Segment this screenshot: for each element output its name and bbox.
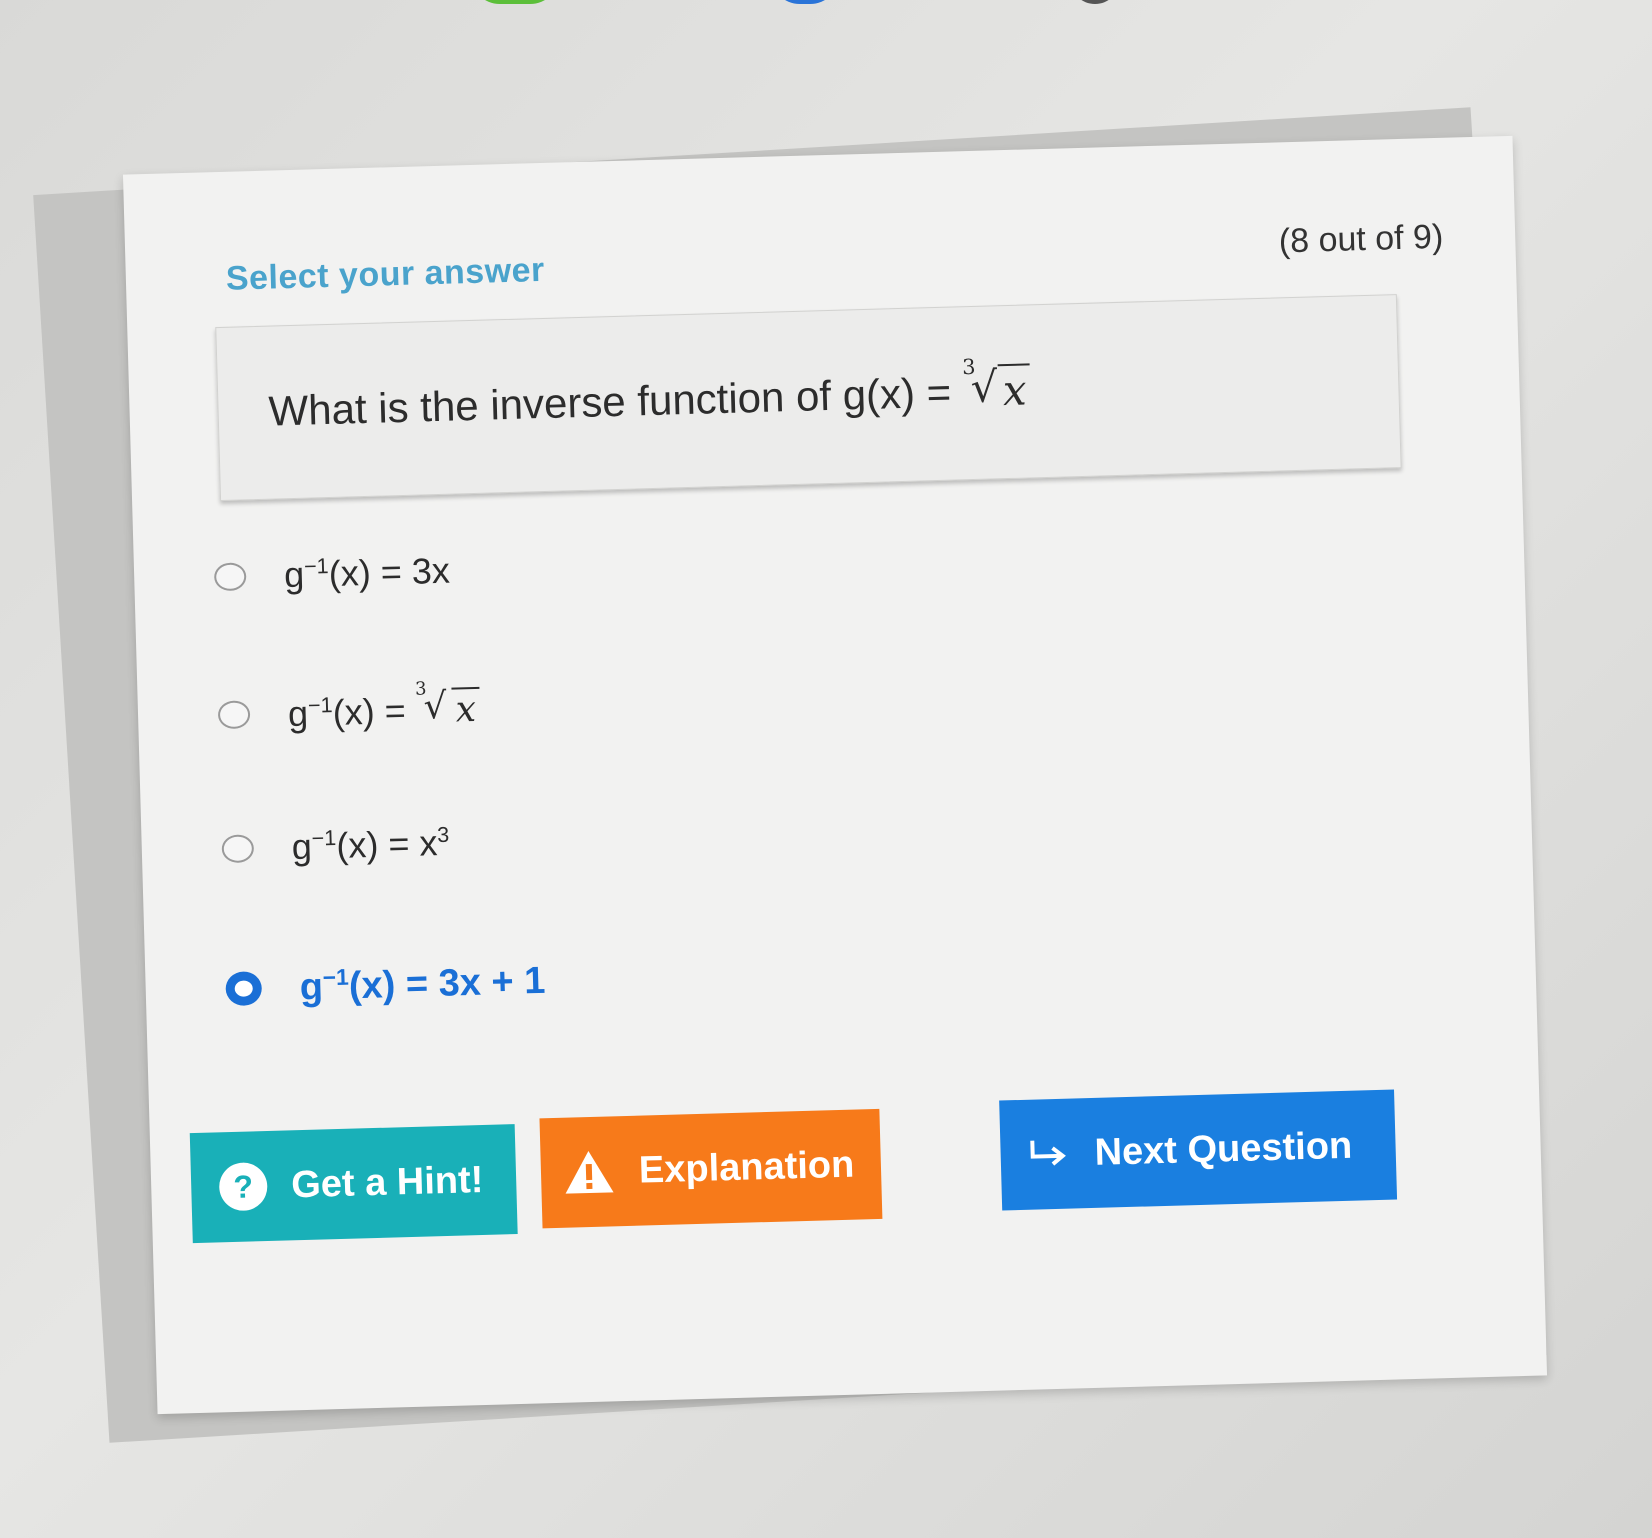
- return-arrow-icon: [1026, 1136, 1071, 1173]
- blue-dot: [770, 0, 840, 4]
- option-1-label: g−1(x) = 3x: [284, 550, 451, 597]
- option-3-label: g−1(x) = x3: [291, 822, 450, 868]
- option-4-exponent: −1: [322, 963, 350, 991]
- option-4-func: g: [299, 965, 324, 1009]
- get-hint-button[interactable]: ? Get a Hint!: [189, 1124, 518, 1244]
- option-3[interactable]: g−1(x) = x3: [221, 794, 1122, 879]
- radio-button-option-2[interactable]: [217, 700, 251, 730]
- option-1-rest: (x) = 3x: [328, 549, 451, 595]
- question-circle-icon: ?: [218, 1162, 268, 1212]
- select-answer-heading: Select your answer: [225, 250, 546, 298]
- option-2-cube-root: 3 √ x: [415, 678, 481, 731]
- radio-button-option-1[interactable]: [213, 562, 247, 592]
- option-1-func: g: [283, 553, 305, 596]
- question-text: What is the inverse function of g(x) = 3…: [267, 355, 1032, 435]
- option-2-label: g−1(x) = 3 √ x: [287, 678, 481, 734]
- radio-button-option-3[interactable]: [221, 834, 255, 864]
- top-decoration: [0, 0, 1652, 14]
- gray-dot: [1070, 0, 1120, 4]
- radio-button-option-4-selected[interactable]: [225, 971, 263, 1007]
- option-3-exponent: −1: [311, 824, 337, 851]
- option-2-rest: (x) =: [332, 689, 407, 733]
- radical-sign-icon: √: [970, 362, 999, 413]
- question-prefix: What is the inverse function of g(x) =: [267, 368, 952, 435]
- radicand: x: [998, 363, 1032, 416]
- green-dot: [470, 0, 560, 4]
- option-3-rest: (x) = x: [335, 822, 438, 866]
- cube-root-expression: 3 √ x: [962, 355, 1032, 416]
- option-4-rest: (x) = 3x + 1: [348, 959, 546, 1007]
- warning-triangle-icon: [562, 1148, 615, 1195]
- option-2-func: g: [287, 692, 309, 734]
- option-3-func: g: [291, 825, 313, 868]
- explanation-button-label: Explanation: [638, 1143, 855, 1192]
- option-2-exponent: −1: [307, 691, 333, 718]
- option-1-exponent: −1: [303, 553, 329, 579]
- next-question-label: Next Question: [1094, 1124, 1353, 1174]
- radical-sign-icon: √: [423, 685, 448, 727]
- explanation-button[interactable]: Explanation: [539, 1108, 883, 1229]
- quiz-card: Select your answer (8 out of 9) What is …: [122, 135, 1548, 1415]
- option-4-label: g−1(x) = 3x + 1: [299, 958, 546, 1009]
- option-2[interactable]: g−1(x) = 3 √ x: [217, 660, 1118, 745]
- option-1[interactable]: g−1(x) = 3x: [213, 522, 1114, 607]
- option-3-power: 3: [436, 821, 450, 848]
- question-box: What is the inverse function of g(x) = 3…: [215, 294, 1402, 502]
- next-question-button[interactable]: Next Question: [999, 1089, 1398, 1211]
- option-2-radicand: x: [451, 686, 481, 731]
- option-4[interactable]: g−1(x) = 3x + 1: [225, 934, 1126, 1019]
- hint-button-label: Get a Hint!: [290, 1158, 484, 1206]
- question-progress: (8 out of 9): [1278, 217, 1444, 261]
